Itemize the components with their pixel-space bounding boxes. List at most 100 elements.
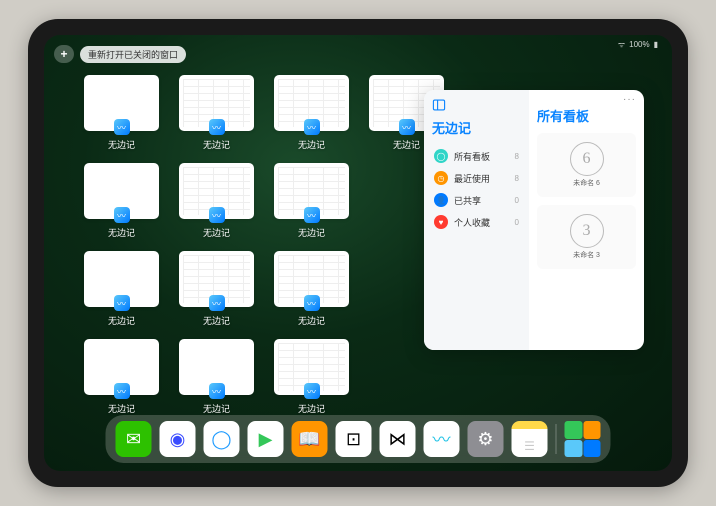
app-window[interactable]: 〰无边记 — [274, 75, 349, 151]
screen: ᯤ 100% ▮ + 重新打开已关闭的窗口 〰无边记〰无边记〰无边记〰无边记〰无… — [44, 35, 672, 471]
sidebar-item-label: 最近使用 — [454, 172, 490, 185]
notes-icon[interactable]: ☰ — [512, 421, 548, 457]
freeform-app-icon: 〰 — [209, 207, 225, 223]
window-thumbnail[interactable]: 〰 — [274, 163, 349, 219]
sidebar-toggle-icon[interactable] — [432, 98, 446, 112]
app-label: 无边记 — [203, 138, 230, 151]
app-label: 无边记 — [108, 402, 135, 415]
sidebar-item-label: 个人收藏 — [454, 216, 490, 229]
freeform-popup: 无边记 ◯ 所有看板 8 ◷ 最近使用 8 👤 已共享 0 ♥ 个人收藏 0 ··· 所有看板 6未命… — [424, 90, 644, 350]
app-label: 无边记 — [393, 138, 420, 151]
window-thumbnail[interactable]: 〰 — [274, 339, 349, 395]
app-window[interactable]: 〰无边记 — [84, 339, 159, 415]
board-card[interactable]: 6未命名 6 — [537, 133, 636, 197]
red-icon: ♥ — [434, 215, 448, 229]
freeform-app-icon: 〰 — [114, 119, 130, 135]
board-card[interactable]: 3 未命名 3 — [537, 205, 636, 269]
sidebar-item-count: 0 — [515, 196, 519, 205]
app-window[interactable]: 〰无边记 — [179, 251, 254, 327]
board-sketch: 3 — [570, 214, 604, 248]
app-label: 无边记 — [203, 314, 230, 327]
app-library-icon[interactable] — [565, 421, 601, 457]
sidebar-item[interactable]: ◯ 所有看板 8 — [432, 145, 521, 167]
sidebar-item-label: 已共享 — [454, 194, 481, 207]
blue-icon: 👤 — [434, 193, 448, 207]
app-window[interactable]: 〰无边记 — [179, 75, 254, 151]
wifi-icon: ᯤ — [618, 39, 625, 50]
app-window[interactable]: 〰无边记 — [274, 251, 349, 327]
app-window[interactable]: 〰无边记 — [274, 339, 349, 415]
window-thumbnail[interactable]: 〰 — [274, 75, 349, 131]
reopen-closed-window-button[interactable]: 重新打开已关闭的窗口 — [80, 46, 186, 63]
connect-icon[interactable]: ⋈ — [380, 421, 416, 457]
sidebar-item[interactable]: ◷ 最近使用 8 — [432, 167, 521, 189]
window-thumbnail[interactable]: 〰 — [179, 251, 254, 307]
sidebar-item[interactable]: ♥ 个人收藏 0 — [432, 211, 521, 233]
new-window-button[interactable]: + — [54, 45, 74, 63]
app-window[interactable]: 〰无边记 — [84, 75, 159, 151]
books-icon[interactable]: 📖 — [292, 421, 328, 457]
sidebar-item-count: 8 — [515, 152, 519, 161]
app-window[interactable]: 〰无边记 — [179, 339, 254, 415]
freeform-app-icon: 〰 — [304, 383, 320, 399]
battery-label: 100% — [629, 40, 649, 49]
play-icon[interactable]: ▶ — [248, 421, 284, 457]
window-thumbnail[interactable]: 〰 — [274, 251, 349, 307]
window-thumbnail[interactable]: 〰 — [84, 339, 159, 395]
freeform-app-icon: 〰 — [209, 383, 225, 399]
window-thumbnail[interactable]: 〰 — [179, 163, 254, 219]
status-bar: ᯤ 100% ▮ — [618, 39, 658, 50]
app-window[interactable]: 〰无边记 — [84, 251, 159, 327]
freeform-app-icon: 〰 — [209, 295, 225, 311]
freeform-app-icon: 〰 — [304, 207, 320, 223]
sidebar-item-count: 0 — [515, 218, 519, 227]
dock-separator — [556, 424, 557, 454]
sidebar-item-label: 所有看板 — [454, 150, 490, 163]
app-label: 无边记 — [298, 314, 325, 327]
popup-title: 无边记 — [432, 118, 521, 137]
top-controls: + 重新打开已关闭的窗口 — [54, 45, 186, 63]
freeform-app-icon: 〰 — [399, 119, 415, 135]
app-window[interactable]: 〰无边记 — [179, 163, 254, 239]
popup-content: ··· 所有看板 6未命名 6 3 未命名 3 — [529, 90, 644, 350]
window-thumbnail[interactable]: 〰 — [179, 75, 254, 131]
app-label: 无边记 — [108, 138, 135, 151]
app-label: 无边记 — [203, 226, 230, 239]
sidebar-item-count: 8 — [515, 174, 519, 183]
dock: ✉◉◯▶📖⊡⋈〰⚙☰ — [106, 415, 611, 463]
freeform-app-icon: 〰 — [114, 383, 130, 399]
dice-icon[interactable]: ⊡ — [336, 421, 372, 457]
quark-icon[interactable]: ◉ — [160, 421, 196, 457]
settings-icon[interactable]: ⚙ — [468, 421, 504, 457]
sidebar-item[interactable]: 👤 已共享 0 — [432, 189, 521, 211]
battery-icon: ▮ — [654, 40, 658, 49]
window-thumbnail[interactable]: 〰 — [84, 75, 159, 131]
app-window[interactable]: 〰无边记 — [274, 163, 349, 239]
app-label: 无边记 — [108, 314, 135, 327]
window-thumbnail[interactable]: 〰 — [84, 163, 159, 219]
app-switcher-grid: 〰无边记〰无边记〰无边记〰无边记〰无边记〰无边记〰无边记〰无边记〰无边记〰无边记… — [84, 75, 444, 415]
window-thumbnail[interactable]: 〰 — [84, 251, 159, 307]
teal-icon: ◯ — [434, 149, 448, 163]
app-window[interactable]: 〰无边记 — [84, 163, 159, 239]
freeform-app-icon: 〰 — [209, 119, 225, 135]
wechat-icon[interactable]: ✉ — [116, 421, 152, 457]
board-name: 未命名 3 — [573, 250, 600, 260]
app-label: 无边记 — [203, 402, 230, 415]
app-label: 无边记 — [108, 226, 135, 239]
popup-right-title: 所有看板 — [537, 106, 636, 125]
ipad-frame: ᯤ 100% ▮ + 重新打开已关闭的窗口 〰无边记〰无边记〰无边记〰无边记〰无… — [28, 19, 688, 487]
qqbrowser-icon[interactable]: ◯ — [204, 421, 240, 457]
freeform-app-icon: 〰 — [304, 295, 320, 311]
more-icon[interactable]: ··· — [623, 94, 636, 105]
popup-sidebar: 无边记 ◯ 所有看板 8 ◷ 最近使用 8 👤 已共享 0 ♥ 个人收藏 0 — [424, 90, 529, 350]
window-thumbnail[interactable]: 〰 — [179, 339, 254, 395]
freeform-app-icon: 〰 — [304, 119, 320, 135]
board-name: 未命名 6 — [573, 178, 600, 188]
freeform-app-icon: 〰 — [114, 295, 130, 311]
freeform-app-icon: 〰 — [114, 207, 130, 223]
app-label: 无边记 — [298, 226, 325, 239]
app-label: 无边记 — [298, 138, 325, 151]
freeform-icon[interactable]: 〰 — [424, 421, 460, 457]
orange-icon: ◷ — [434, 171, 448, 185]
